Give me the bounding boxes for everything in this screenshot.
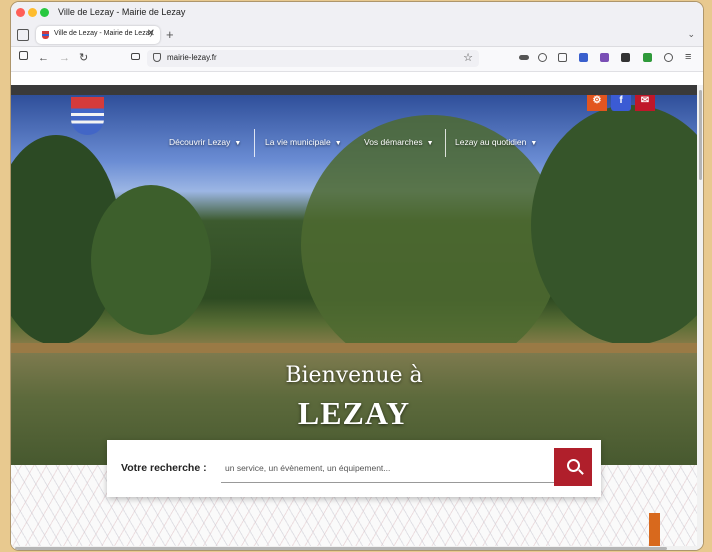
- app-menu-icon[interactable]: ≡: [685, 51, 691, 63]
- window-title: Ville de Lezay - Mairie de Lezay: [58, 7, 186, 17]
- intramuros-icon[interactable]: ⚙: [587, 95, 607, 111]
- search-panel: Votre recherche :: [107, 440, 601, 497]
- url-text[interactable]: mairie-lezay.fr: [167, 53, 217, 62]
- main-menu: Découvrir Lezay ▼ La vie municipale ▼ Vos …: [11, 129, 697, 157]
- extension-circle-icon[interactable]: [664, 53, 673, 62]
- reload-button[interactable]: ↻: [79, 52, 88, 64]
- reader-view-icon[interactable]: [131, 53, 140, 60]
- town-name-heading: LEZAY: [297, 395, 411, 431]
- new-tab-button[interactable]: +: [166, 27, 174, 42]
- email-glyph: ✉: [640, 95, 650, 106]
- minimize-window-button[interactable]: [28, 8, 37, 17]
- extension-green-icon[interactable]: [643, 53, 652, 62]
- close-window-button[interactable]: [16, 8, 25, 17]
- page-top-strip: [11, 85, 697, 95]
- menu-divider: [445, 129, 446, 157]
- extension-new-icon[interactable]: [579, 53, 588, 62]
- tab-label: Ville de Lezay - Mairie de Lezay: [54, 30, 154, 37]
- browser-window: Ville de Lezay - Mairie de Lezay Ville d…: [11, 2, 703, 550]
- sidebar-toggle-icon[interactable]: [17, 29, 29, 41]
- intramuros-glyph: ⚙: [592, 95, 602, 106]
- extension-purple-icon[interactable]: [600, 53, 609, 62]
- forward-button[interactable]: →: [59, 52, 70, 64]
- menu-label-demarches: Vos démarches: [364, 137, 423, 147]
- menu-item-quotidien[interactable]: Lezay au quotidien ▼: [455, 137, 537, 147]
- search-input[interactable]: [221, 454, 555, 483]
- chevron-down-icon: ▼: [530, 140, 538, 147]
- page-viewport: ⚙ f ✉ Découvrir Lezay ▼ La vie municipale…: [11, 85, 697, 550]
- navigation-bar: ← → ↻ mairie-lezay.fr ☆ ≡: [11, 47, 703, 72]
- horizontal-scrollbar-thumb[interactable]: [15, 547, 667, 550]
- search-button[interactable]: [554, 448, 592, 486]
- menu-item-vie-municipale[interactable]: La vie municipale ▼: [265, 137, 342, 147]
- url-bar[interactable]: mairie-lezay.fr ☆: [147, 50, 479, 67]
- menu-label-quotidien: Lezay au quotidien: [455, 137, 527, 147]
- lezay-crest-logo[interactable]: [71, 97, 104, 135]
- side-accessibility-tab[interactable]: [649, 513, 660, 550]
- bookmark-star-icon[interactable]: ☆: [463, 51, 473, 64]
- chevron-down-icon: ▼: [334, 140, 342, 147]
- search-icon-handle: [578, 469, 584, 475]
- facebook-glyph: f: [619, 95, 623, 106]
- hero-tree-left-2: [91, 185, 211, 335]
- tab-list-icon[interactable]: ⌄: [687, 29, 695, 40]
- title-bar: Ville de Lezay - Mairie de Lezay: [11, 2, 703, 24]
- maximize-window-button[interactable]: [40, 8, 49, 17]
- search-label: Votre recherche :: [121, 462, 207, 474]
- menu-item-decouvrir[interactable]: Découvrir Lezay ▼: [169, 137, 241, 147]
- hero-far-bank: [11, 343, 697, 353]
- tab-close-icon[interactable]: ✕: [147, 28, 155, 39]
- hero-banner: ⚙ f ✉ Découvrir Lezay ▼ La vie municipale…: [11, 95, 697, 465]
- menu-item-demarches[interactable]: Vos démarches ▼: [364, 137, 434, 147]
- account-icon[interactable]: [538, 53, 547, 62]
- chevron-down-icon: ▼: [426, 140, 434, 147]
- extension-glasses-icon[interactable]: [519, 55, 529, 60]
- email-icon[interactable]: ✉: [635, 95, 655, 111]
- menu-divider: [254, 129, 255, 157]
- site-info-shield-icon[interactable]: [153, 53, 161, 62]
- welcome-heading: Bienvenue à: [285, 363, 423, 388]
- extension-puzzle-icon[interactable]: [558, 53, 567, 62]
- back-button[interactable]: ←: [38, 52, 49, 64]
- menu-label-decouvrir: Découvrir Lezay: [169, 137, 231, 147]
- facebook-icon[interactable]: f: [611, 95, 631, 111]
- menu-label-vie-municipale: La vie municipale: [265, 137, 331, 147]
- lezay-favicon-icon: [42, 31, 49, 39]
- tab-strip: Ville de Lezay - Mairie de Lezay ✕ + ⌄: [11, 24, 703, 47]
- tab-overview-icon[interactable]: [19, 51, 28, 60]
- extension-dark-icon[interactable]: [621, 53, 630, 62]
- chevron-down-icon: ▼: [234, 140, 242, 147]
- vertical-scrollbar-thumb[interactable]: [699, 90, 702, 180]
- tab-active[interactable]: Ville de Lezay - Mairie de Lezay ✕: [36, 26, 160, 44]
